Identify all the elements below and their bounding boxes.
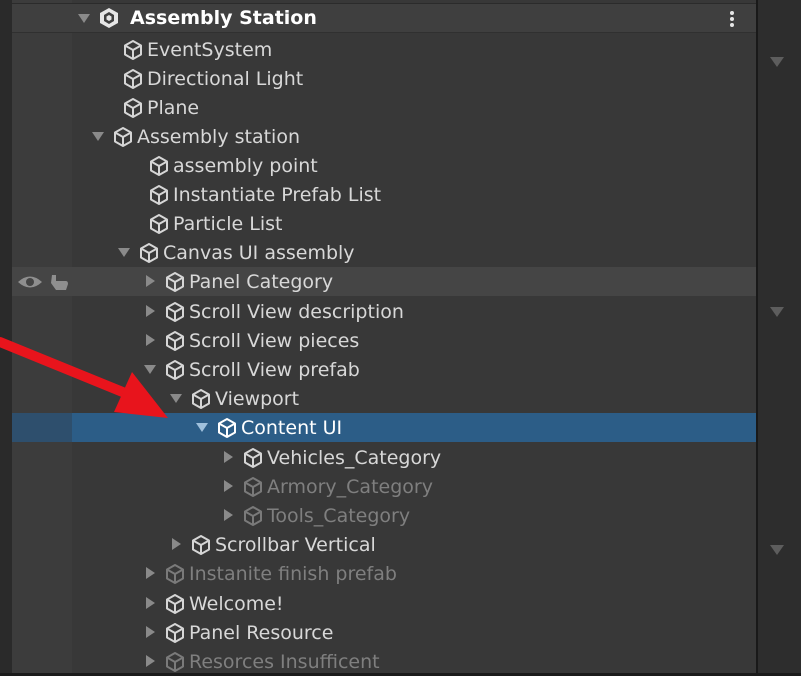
hierarchy-item-label: Scroll View description	[189, 301, 404, 323]
gameobject-cube-icon	[242, 505, 264, 527]
hierarchy-item[interactable]: Content UI	[12, 413, 756, 442]
foldout-collapsed-icon[interactable]	[146, 305, 155, 317]
hierarchy-item[interactable]: Particle List	[12, 209, 756, 238]
gameobject-cube-icon	[148, 213, 170, 235]
hierarchy-item-label: Scroll View prefab	[189, 359, 360, 381]
hierarchy-item-label: Directional Light	[147, 68, 304, 90]
foldout-expanded-icon[interactable]	[196, 423, 208, 432]
hierarchy-item-label: EventSystem	[147, 39, 273, 61]
hierarchy-item-label: Plane	[147, 97, 200, 119]
unity-scene-icon	[98, 7, 120, 29]
hierarchy-item[interactable]: Scrollbar Vertical	[12, 530, 756, 559]
hierarchy-item-label: Scroll View pieces	[189, 330, 360, 352]
gameobject-cube-icon	[164, 301, 186, 323]
gameobject-cube-icon	[190, 534, 212, 556]
foldout-collapsed-icon[interactable]	[146, 567, 155, 579]
hierarchy-item[interactable]: Directional Light	[12, 64, 756, 93]
gameobject-cube-icon	[148, 155, 170, 177]
gameobject-cube-icon	[164, 330, 186, 352]
foldout-expanded-icon[interactable]	[170, 394, 182, 403]
gameobject-cube-icon	[190, 388, 212, 410]
scene-title: Assembly Station	[130, 7, 317, 29]
dropdown-arrow-icon[interactable]	[770, 307, 784, 317]
hierarchy-item[interactable]: Instanite finish prefab	[12, 559, 756, 588]
gameobject-cube-icon	[242, 447, 264, 469]
hierarchy-item-label: Content UI	[241, 417, 343, 439]
scene-header-row[interactable]: Assembly Station	[12, 3, 756, 33]
gameobject-cube-icon	[216, 417, 238, 439]
hierarchy-item-label: Vehicles_Category	[267, 447, 442, 469]
foldout-collapsed-icon[interactable]	[224, 509, 233, 521]
right-inspector-panel	[756, 0, 801, 673]
hierarchy-item-label: Panel Resource	[189, 622, 334, 644]
foldout-collapsed-icon[interactable]	[146, 334, 155, 346]
foldout-expanded-icon[interactable]	[92, 132, 104, 141]
foldout-collapsed-icon[interactable]	[146, 275, 155, 287]
visibility-toggles	[16, 273, 76, 291]
foldout-collapsed-icon[interactable]	[172, 538, 181, 550]
hierarchy-item[interactable]: Canvas UI assembly	[12, 238, 756, 267]
foldout-collapsed-icon[interactable]	[224, 480, 233, 492]
hierarchy-item-label: Welcome!	[189, 593, 284, 615]
foldout-collapsed-icon[interactable]	[146, 597, 155, 609]
dropdown-arrow-icon[interactable]	[770, 57, 784, 67]
gameobject-cube-icon	[148, 184, 170, 206]
hierarchy-panel: Assembly Station EventSystem Directional …	[0, 0, 801, 673]
hierarchy-item[interactable]: Viewport	[12, 384, 756, 413]
foldout-collapsed-icon[interactable]	[146, 655, 155, 667]
gameobject-cube-icon	[164, 622, 186, 644]
hand-pick-icon[interactable]	[48, 273, 70, 295]
foldout-collapsed-icon[interactable]	[146, 626, 155, 638]
hierarchy-item[interactable]: Vehicles_Category	[12, 443, 756, 472]
gameobject-cube-icon	[164, 271, 186, 293]
hierarchy-item-label: Armory_Category	[267, 476, 433, 498]
hierarchy-item[interactable]: assembly point	[12, 151, 756, 180]
dropdown-arrow-icon[interactable]	[770, 545, 784, 555]
gameobject-cube-icon	[122, 39, 144, 61]
hierarchy-item-label: Particle List	[173, 213, 283, 235]
hierarchy-item[interactable]: Armory_Category	[12, 472, 756, 501]
hierarchy-item-label: Resorces Insuffiсent	[189, 651, 380, 673]
hierarchy-item[interactable]: Scroll View pieces	[12, 326, 756, 355]
selection-gutter	[12, 413, 72, 442]
gameobject-cube-icon	[164, 359, 186, 381]
foldout-expanded-icon[interactable]	[144, 365, 156, 374]
hierarchy-item[interactable]: Plane	[12, 93, 756, 122]
hierarchy-item[interactable]: Scroll View prefab	[12, 355, 756, 384]
hierarchy-item[interactable]: Assembly station	[12, 122, 756, 151]
hierarchy-item[interactable]: Scroll View description	[12, 297, 756, 326]
window-edge	[0, 0, 12, 673]
gameobject-cube-icon	[122, 68, 144, 90]
kebab-menu-icon[interactable]	[730, 11, 734, 27]
gameobject-cube-icon	[164, 651, 186, 673]
gameobject-cube-icon	[164, 563, 186, 585]
hierarchy-item-label: Instanite finish prefab	[189, 563, 397, 585]
gameobject-cube-icon	[164, 593, 186, 615]
hierarchy-item-label: Instantiate Prefab List	[173, 184, 382, 206]
hierarchy-item-label: Assembly station	[137, 126, 301, 148]
hierarchy-item-label: Panel Category	[189, 271, 334, 293]
hierarchy-item[interactable]: Welcome!	[12, 589, 756, 618]
gameobject-cube-icon	[242, 476, 264, 498]
hierarchy-item-label: Viewport	[215, 388, 300, 410]
eye-icon[interactable]	[16, 273, 44, 295]
gameobject-cube-icon	[122, 97, 144, 119]
hierarchy-item-label: Tools_Category	[267, 505, 411, 527]
hierarchy-item[interactable]: Tools_Category	[12, 501, 756, 530]
hierarchy-item[interactable]: Panel Resource	[12, 618, 756, 647]
hierarchy-item[interactable]: Instantiate Prefab List	[12, 180, 756, 209]
hierarchy-item-label: assembly point	[173, 155, 318, 177]
foldout-collapsed-icon[interactable]	[224, 451, 233, 463]
hierarchy-item-label: Scrollbar Vertical	[215, 534, 376, 556]
foldout-expanded-icon[interactable]	[118, 248, 130, 257]
hierarchy-item[interactable]: Resorces Insuffiсent	[12, 647, 756, 676]
gameobject-cube-icon	[112, 126, 134, 148]
gameobject-cube-icon	[138, 242, 160, 264]
hierarchy-item[interactable]: EventSystem	[12, 35, 756, 64]
scene-foldout-icon[interactable]	[78, 14, 90, 23]
hierarchy-item-label: Canvas UI assembly	[163, 242, 355, 264]
hierarchy-item[interactable]: Panel Category	[12, 267, 756, 296]
